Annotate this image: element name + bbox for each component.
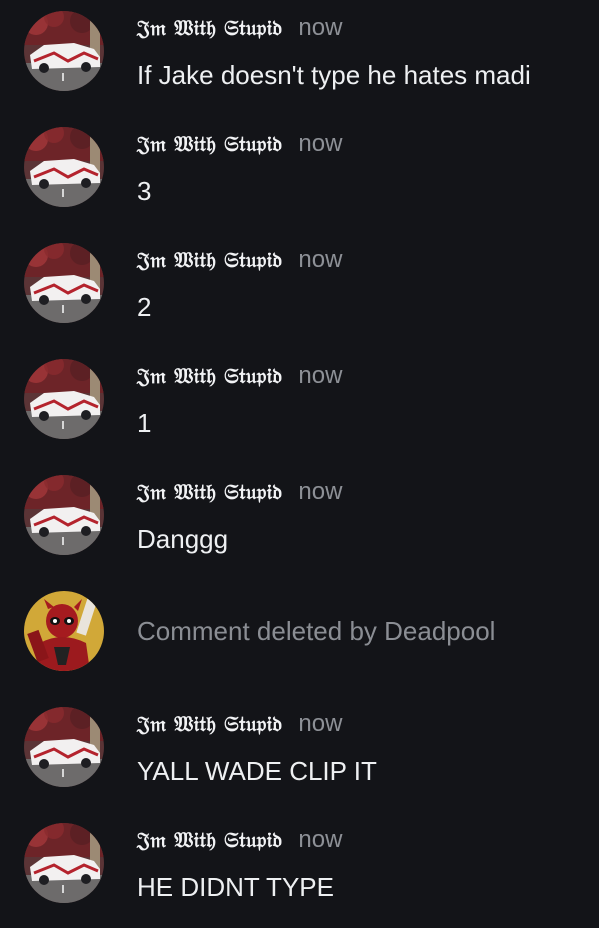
comment-text: 3 — [137, 176, 152, 206]
car-avatar[interactable] — [24, 11, 104, 91]
car-avatar[interactable] — [24, 475, 104, 555]
author-name[interactable]: 𝔍𝔪 𝔚𝔦𝔱𝔥 𝔖𝔱𝔲𝔭𝔦𝔡 — [137, 15, 282, 41]
comment-text: YALL WADE CLIP IT — [137, 756, 377, 786]
timestamp: now — [298, 130, 343, 157]
comment-meta: 𝔍𝔪 𝔚𝔦𝔱𝔥 𝔖𝔱𝔲𝔭𝔦𝔡 now — [137, 710, 342, 740]
comment-item: 𝔍𝔪 𝔚𝔦𝔱𝔥 𝔖𝔱𝔲𝔭𝔦𝔡 now If Jake doesn't type … — [0, 0, 599, 116]
comment-item: 𝔍𝔪 𝔚𝔦𝔱𝔥 𝔖𝔱𝔲𝔭𝔦𝔡 now 1 — [0, 348, 599, 464]
comment-meta: 𝔍𝔪 𝔚𝔦𝔱𝔥 𝔖𝔱𝔲𝔭𝔦𝔡 now — [137, 362, 342, 392]
comment-item: 𝔍𝔪 𝔚𝔦𝔱𝔥 𝔖𝔱𝔲𝔭𝔦𝔡 now YALL WADE CLIP IT — [0, 696, 599, 812]
comment-meta: 𝔍𝔪 𝔚𝔦𝔱𝔥 𝔖𝔱𝔲𝔭𝔦𝔡 now — [137, 246, 342, 276]
author-name[interactable]: 𝔍𝔪 𝔚𝔦𝔱𝔥 𝔖𝔱𝔲𝔭𝔦𝔡 — [137, 827, 282, 853]
car-avatar[interactable] — [24, 243, 104, 323]
timestamp: now — [298, 14, 343, 41]
car-avatar[interactable] — [24, 823, 104, 903]
comment-meta: 𝔍𝔪 𝔚𝔦𝔱𝔥 𝔖𝔱𝔲𝔭𝔦𝔡 now — [137, 826, 342, 856]
comment-feed: 𝔍𝔪 𝔚𝔦𝔱𝔥 𝔖𝔱𝔲𝔭𝔦𝔡 now If Jake doesn't type … — [0, 0, 599, 911]
author-name[interactable]: 𝔍𝔪 𝔚𝔦𝔱𝔥 𝔖𝔱𝔲𝔭𝔦𝔡 — [137, 479, 282, 505]
author-name[interactable]: 𝔍𝔪 𝔚𝔦𝔱𝔥 𝔖𝔱𝔲𝔭𝔦𝔡 — [137, 363, 282, 389]
car-avatar[interactable] — [24, 127, 104, 207]
deleted-comment-item: Comment deleted by Deadpool — [0, 580, 599, 696]
author-name[interactable]: 𝔍𝔪 𝔚𝔦𝔱𝔥 𝔖𝔱𝔲𝔭𝔦𝔡 — [137, 131, 282, 157]
timestamp: now — [298, 478, 343, 505]
comment-item: 𝔍𝔪 𝔚𝔦𝔱𝔥 𝔖𝔱𝔲𝔭𝔦𝔡 now 2 — [0, 232, 599, 348]
deadpool-avatar[interactable] — [24, 591, 104, 671]
timestamp: now — [298, 246, 343, 273]
deleted-comment-text: Comment deleted by Deadpool — [137, 616, 496, 646]
comment-item: 𝔍𝔪 𝔚𝔦𝔱𝔥 𝔖𝔱𝔲𝔭𝔦𝔡 now 3 — [0, 116, 599, 232]
comment-text: HE DIDNT TYPE — [137, 872, 334, 902]
comment-meta: 𝔍𝔪 𝔚𝔦𝔱𝔥 𝔖𝔱𝔲𝔭𝔦𝔡 now — [137, 130, 342, 160]
car-avatar[interactable] — [24, 707, 104, 787]
comment-meta: 𝔍𝔪 𝔚𝔦𝔱𝔥 𝔖𝔱𝔲𝔭𝔦𝔡 now — [137, 478, 342, 508]
author-name[interactable]: 𝔍𝔪 𝔚𝔦𝔱𝔥 𝔖𝔱𝔲𝔭𝔦𝔡 — [137, 247, 282, 273]
comment-text: 1 — [137, 408, 152, 438]
timestamp: now — [298, 826, 343, 853]
author-name[interactable]: 𝔍𝔪 𝔚𝔦𝔱𝔥 𝔖𝔱𝔲𝔭𝔦𝔡 — [137, 711, 282, 737]
comment-text: Danggg — [137, 524, 229, 554]
comment-text: 2 — [137, 292, 152, 322]
timestamp: now — [298, 710, 343, 737]
car-avatar[interactable] — [24, 359, 104, 439]
comment-text: If Jake doesn't type he hates madi — [137, 60, 531, 90]
timestamp: now — [298, 362, 343, 389]
comment-meta: 𝔍𝔪 𝔚𝔦𝔱𝔥 𝔖𝔱𝔲𝔭𝔦𝔡 now — [137, 14, 342, 44]
comment-item: 𝔍𝔪 𝔚𝔦𝔱𝔥 𝔖𝔱𝔲𝔭𝔦𝔡 now Danggg — [0, 464, 599, 580]
